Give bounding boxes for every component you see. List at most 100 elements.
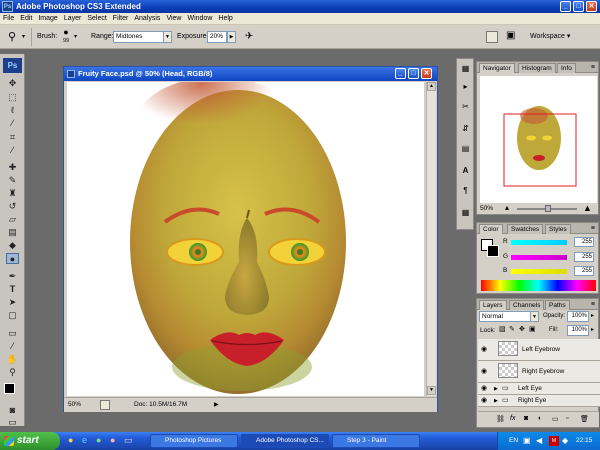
language-indicator[interactable]: EN [509, 432, 518, 450]
history-panel-icon[interactable]: ⇵ [460, 123, 471, 134]
new-group-icon[interactable]: ▭ [552, 415, 559, 423]
quicklaunch-desktop-icon[interactable]: ▭ [124, 435, 133, 446]
blend-mode-arrow-icon[interactable]: ▼ [530, 311, 539, 322]
doc-minimize-button[interactable]: _ [395, 68, 406, 79]
doc-close-button[interactable]: ✕ [421, 68, 432, 79]
dodge-tool-preset-icon[interactable]: ⚲ [8, 30, 22, 44]
dodge-tool-icon[interactable]: ● [6, 253, 19, 264]
exposure-slider-arrow-icon[interactable]: ▶ [227, 31, 236, 43]
green-slider[interactable] [511, 255, 567, 260]
taskbar-item-photoshop-pictures[interactable]: Photoshop Pictures [150, 434, 238, 448]
start-button[interactable]: start [0, 432, 60, 450]
new-layer-icon[interactable]: ▫ [566, 415, 568, 422]
green-value[interactable]: 255 [574, 252, 594, 262]
red-value[interactable]: 255 [574, 237, 594, 247]
layers-panel-menu-icon[interactable]: ≡ [591, 300, 595, 309]
pen-tool-icon[interactable]: ✒ [6, 271, 19, 282]
range-dropdown-arrow-icon[interactable]: ▼ [163, 31, 172, 43]
brush-dropdown-arrow-icon[interactable]: ▾ [74, 33, 77, 40]
vertical-scrollbar[interactable]: ▲ ▼ [426, 82, 436, 396]
navigator-zoom[interactable]: 50% [480, 205, 493, 212]
doc-maximize-button[interactable]: □ [408, 68, 419, 79]
eyedropper-sample-tool-icon[interactable]: ⁄ [6, 341, 19, 352]
fill-arrow-icon[interactable]: ▸ [591, 326, 594, 333]
screen-mode-icon[interactable]: ▭ [6, 417, 19, 428]
link-layers-icon[interactable]: ⛓ [496, 415, 505, 423]
tab-info[interactable]: Info [557, 63, 576, 73]
notes-tool-icon[interactable]: ▭ [6, 328, 19, 339]
minimize-button[interactable]: _ [560, 1, 571, 12]
shape-tool-icon[interactable]: ▢ [6, 310, 19, 321]
blue-value[interactable]: 255 [574, 266, 594, 276]
menu-help[interactable]: Help [215, 13, 235, 25]
layer-comps-icon[interactable]: ▦ [460, 207, 471, 218]
foreground-color-swatch[interactable] [4, 383, 15, 394]
visibility-eye-icon[interactable]: ◉ [481, 395, 487, 407]
lock-all-icon[interactable]: ▣ [529, 325, 536, 333]
doc-info-arrow-icon[interactable]: ▶ [214, 398, 219, 412]
move-tool-icon[interactable]: ✥ [6, 78, 19, 89]
eraser-tool-icon[interactable]: ▱ [6, 214, 19, 225]
blur-tool-icon[interactable]: ◆ [6, 240, 19, 251]
zoom-in-icon[interactable]: ▲ [583, 203, 592, 213]
history-brush-tool-icon[interactable]: ↺ [6, 201, 19, 212]
character-panel-icon[interactable]: A [460, 165, 471, 176]
lock-transparent-icon[interactable]: ▧ [499, 325, 506, 333]
menu-window[interactable]: Window [184, 13, 215, 25]
taskbar-item-photoshop[interactable]: Adobe Photoshop CS... [241, 434, 329, 448]
lock-image-icon[interactable]: ✎ [509, 325, 515, 333]
menu-layer[interactable]: Layer [61, 13, 85, 25]
healing-brush-tool-icon[interactable]: ✚ [6, 162, 19, 173]
panel-menu-icon[interactable]: ≡ [591, 63, 595, 72]
clone-source-icon[interactable]: ✂ [460, 101, 471, 112]
color-panel-menu-icon[interactable]: ≡ [591, 224, 595, 233]
brushes-panel-icon[interactable]: ▦ [460, 63, 471, 74]
red-slider[interactable] [511, 240, 567, 245]
opacity-input[interactable]: 100% [567, 311, 589, 322]
menu-view[interactable]: View [163, 13, 184, 25]
range-select[interactable]: Midtones [113, 31, 165, 43]
menu-select[interactable]: Select [84, 13, 109, 25]
eyedropper-tool-icon[interactable]: ⁄ [6, 145, 19, 156]
tab-histogram[interactable]: Histogram [518, 63, 556, 73]
tab-channels[interactable]: Channels [509, 300, 545, 310]
tab-swatches[interactable]: Swatches [507, 224, 544, 234]
tray-network-icon[interactable]: ▣ [523, 432, 531, 450]
adjustment-layer-icon[interactable]: ◐ [538, 415, 542, 422]
tab-layers[interactable]: Layers [479, 300, 507, 310]
bg-color-chip[interactable] [487, 245, 499, 257]
lock-position-icon[interactable]: ✥ [519, 325, 525, 333]
blue-slider[interactable] [511, 269, 567, 274]
layer-row-right-eyebrow[interactable]: ◉ Right Eyebrow [478, 361, 600, 383]
crop-tool-icon[interactable]: ⌗ [6, 132, 19, 143]
tray-security-icon[interactable]: ◆ [562, 432, 568, 450]
marquee-tool-icon[interactable]: ⬚ [6, 92, 19, 103]
gradient-tool-icon[interactable]: ▤ [6, 227, 19, 238]
menu-edit[interactable]: Edit [17, 13, 35, 25]
airbrush-icon[interactable]: ✈ [245, 31, 259, 43]
workspace-menu[interactable]: Workspace ▾ [530, 32, 570, 40]
type-tool-icon[interactable]: T [6, 284, 19, 295]
camera-icon[interactable]: ▣ [506, 30, 515, 42]
menu-image[interactable]: Image [35, 13, 60, 25]
layer-style-icon[interactable]: fx [510, 415, 515, 422]
visibility-eye-icon[interactable]: ◉ [481, 361, 487, 383]
brush-tool-icon[interactable]: ✎ [6, 175, 19, 186]
tab-styles[interactable]: Styles [545, 224, 571, 234]
magic-wand-tool-icon[interactable]: ⁄ [6, 118, 19, 129]
tray-volume-icon[interactable]: ◀ [536, 432, 542, 450]
visibility-eye-icon[interactable]: ◉ [481, 383, 487, 395]
tab-paths[interactable]: Paths [545, 300, 570, 310]
add-mask-icon[interactable]: ◙ [524, 415, 528, 422]
layer-row-left-eye[interactable]: ◉ ▶ ▭ Left Eye [478, 383, 600, 395]
zoom-level[interactable]: 50% [68, 398, 81, 412]
path-selection-tool-icon[interactable]: ➤ [6, 297, 19, 308]
opacity-arrow-icon[interactable]: ▸ [591, 312, 594, 319]
group-expand-icon[interactable]: ▶ [494, 383, 498, 395]
layer-row-left-eyebrow[interactable]: ◉ Left Eyebrow [478, 339, 600, 361]
blend-mode-select[interactable]: Normal [479, 311, 531, 322]
quicklaunch-ie-icon[interactable]: e [82, 435, 87, 445]
group-expand-icon[interactable]: ▶ [494, 395, 498, 407]
quicklaunch-app-icon[interactable]: ● [96, 435, 101, 445]
image-canvas[interactable] [67, 82, 424, 396]
